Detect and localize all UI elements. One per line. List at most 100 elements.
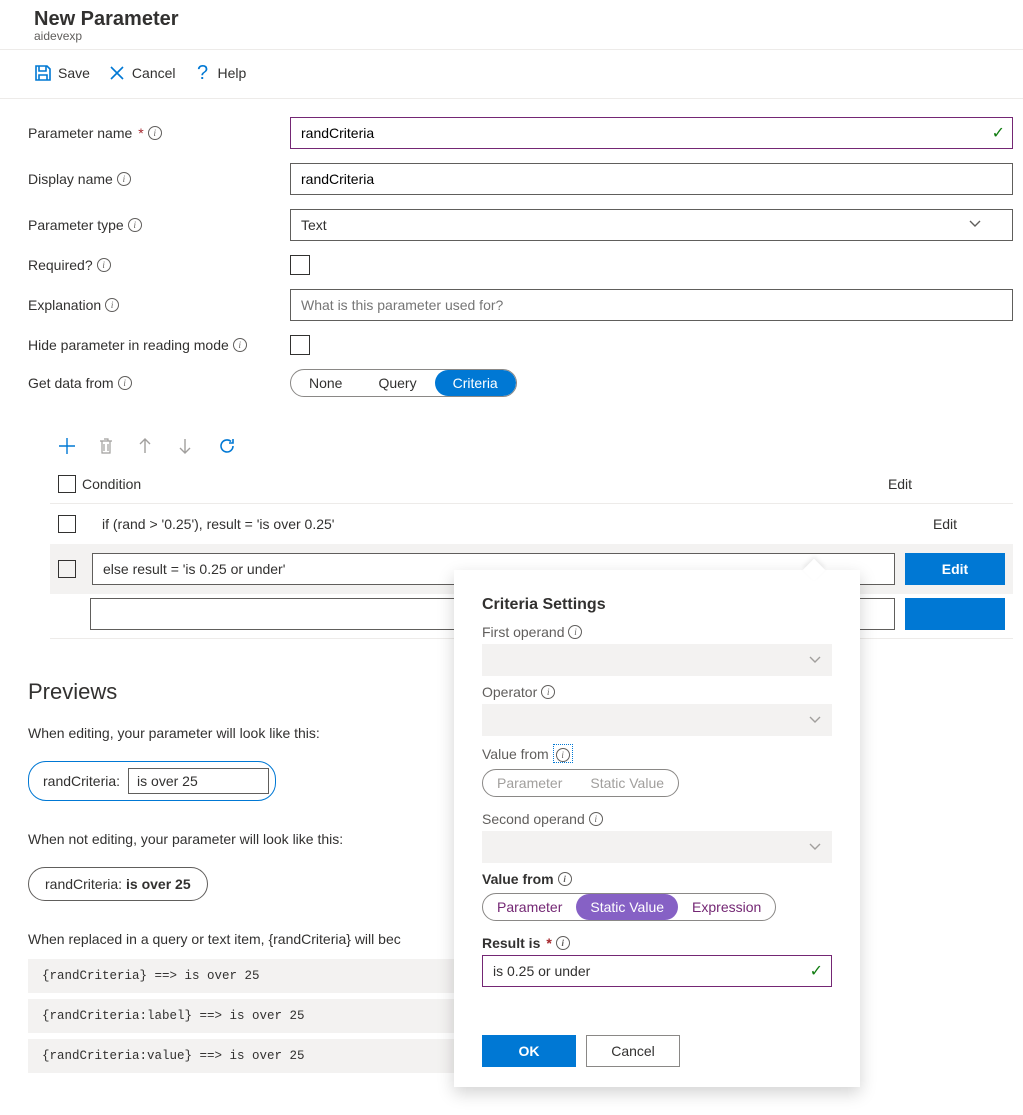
pill-query[interactable]: Query: [360, 370, 434, 396]
save-button[interactable]: Save: [34, 64, 90, 82]
edit-button-stub[interactable]: [905, 598, 1005, 630]
pill-expression[interactable]: Expression: [678, 894, 775, 920]
criteria-row: if (rand > '0.25'), result = 'is over 0.…: [50, 504, 1013, 544]
first-operand-label: First operand: [482, 624, 564, 640]
first-operand-select[interactable]: [482, 644, 832, 676]
chip-label: randCriteria:: [43, 773, 120, 789]
edit-column-header: Edit: [795, 476, 1005, 492]
info-icon[interactable]: i: [117, 172, 131, 186]
condition-column-header: Condition: [82, 476, 795, 492]
page-title: New Parameter: [34, 8, 1023, 31]
operator-select[interactable]: [482, 704, 832, 736]
edit-link[interactable]: Edit: [885, 516, 1005, 532]
info-icon[interactable]: i: [541, 685, 555, 699]
chip2-value: is over 25: [126, 876, 191, 892]
editing-preview-chip: randCriteria: is over 25: [28, 761, 276, 801]
hide-label: Hide parameter in reading mode: [28, 337, 229, 353]
condition-text: if (rand > '0.25'), result = 'is over 0.…: [92, 508, 875, 540]
checkmark-icon: ✓: [810, 961, 823, 981]
help-icon: ?: [194, 64, 212, 82]
checkmark-icon: ✓: [992, 123, 1005, 143]
chevron-down-icon: [968, 217, 982, 234]
cancel-button[interactable]: Cancel: [586, 1035, 680, 1067]
save-label: Save: [58, 65, 90, 81]
value-from-label-2: Value from: [482, 871, 554, 887]
info-icon[interactable]: i: [568, 625, 582, 639]
arrow-up-icon[interactable]: [138, 437, 156, 455]
cancel-label: Cancel: [132, 65, 176, 81]
row-checkbox[interactable]: [58, 560, 76, 578]
page-header: New Parameter aidevexp: [0, 0, 1023, 50]
chip-value-input[interactable]: is over 25: [128, 768, 269, 794]
info-icon[interactable]: i: [589, 812, 603, 826]
select-all-checkbox[interactable]: [58, 475, 76, 493]
parameter-type-label: Parameter type: [28, 217, 124, 233]
help-button[interactable]: ? Help: [194, 64, 247, 82]
required-checkbox[interactable]: [290, 255, 310, 275]
pill-static-value-1[interactable]: Static Value: [576, 770, 678, 796]
help-label: Help: [218, 65, 247, 81]
arrow-down-icon[interactable]: [178, 437, 196, 455]
criteria-table-header: Condition Edit: [50, 465, 1013, 504]
get-data-pills: None Query Criteria: [290, 369, 517, 397]
code-preview-2: {randCriteria:label} ==> is over 25: [28, 999, 458, 1033]
info-icon[interactable]: i: [105, 298, 119, 312]
criteria-toolbar: [50, 429, 1013, 459]
required-asterisk: *: [138, 125, 143, 141]
display-name-label: Display name: [28, 171, 113, 187]
value-from-2-pills: Parameter Static Value Expression: [482, 893, 776, 921]
info-icon[interactable]: i: [556, 936, 570, 950]
info-icon[interactable]: i: [556, 748, 570, 762]
pill-criteria[interactable]: Criteria: [435, 370, 516, 396]
save-icon: [34, 64, 52, 82]
second-operand-label: Second operand: [482, 811, 585, 827]
info-icon[interactable]: i: [233, 338, 247, 352]
chip2-label: randCriteria:: [45, 876, 122, 892]
pill-parameter-2[interactable]: Parameter: [483, 894, 576, 920]
pill-static-value-2[interactable]: Static Value: [576, 894, 678, 920]
parameter-name-label: Parameter name: [28, 125, 132, 141]
ok-button[interactable]: OK: [482, 1035, 576, 1067]
display-name-input[interactable]: [290, 163, 1013, 195]
popover-title: Criteria Settings: [482, 596, 832, 614]
pill-parameter-1[interactable]: Parameter: [483, 770, 576, 796]
criteria-settings-popover: Criteria Settings First operand i Operato…: [454, 570, 860, 1087]
result-is-label: Result is: [482, 935, 540, 951]
second-operand-select[interactable]: [482, 831, 832, 863]
edit-button[interactable]: Edit: [905, 553, 1005, 585]
code-preview-1: {randCriteria} ==> is over 25: [28, 959, 458, 993]
add-icon[interactable]: [58, 437, 76, 455]
code-preview-3: {randCriteria:value} ==> is over 25: [28, 1039, 458, 1073]
info-icon[interactable]: i: [97, 258, 111, 272]
readonly-preview-chip: randCriteria: is over 25: [28, 867, 208, 901]
chevron-down-icon: [808, 840, 822, 854]
info-icon[interactable]: i: [558, 872, 572, 886]
value-from-1-pills: Parameter Static Value: [482, 769, 679, 797]
delete-icon[interactable]: [98, 437, 116, 455]
chevron-down-icon: [808, 713, 822, 727]
required-label: Required?: [28, 257, 93, 273]
refresh-icon[interactable]: [218, 437, 236, 455]
info-icon[interactable]: i: [128, 218, 142, 232]
form: Parameter name * i ✓ Display name i Para…: [0, 99, 1023, 397]
operator-label: Operator: [482, 684, 537, 700]
required-asterisk: *: [546, 935, 551, 951]
pill-none[interactable]: None: [291, 370, 360, 396]
parameter-name-input[interactable]: [290, 117, 1013, 149]
explanation-input[interactable]: [290, 289, 1013, 321]
result-is-input[interactable]: is 0.25 or under ✓: [482, 955, 832, 987]
close-icon: [108, 64, 126, 82]
value-from-label-1: Value from: [482, 746, 549, 762]
toolbar: Save Cancel ? Help: [0, 50, 1023, 99]
get-data-label: Get data from: [28, 375, 114, 391]
row-checkbox[interactable]: [58, 515, 76, 533]
info-icon[interactable]: i: [118, 376, 132, 390]
chevron-down-icon: [808, 653, 822, 667]
info-icon[interactable]: i: [148, 126, 162, 140]
page-subtitle: aidevexp: [34, 29, 1023, 43]
parameter-type-value: Text: [301, 217, 327, 233]
parameter-type-select[interactable]: Text: [290, 209, 1013, 241]
hide-checkbox[interactable]: [290, 335, 310, 355]
result-is-value: is 0.25 or under: [493, 963, 590, 979]
cancel-button[interactable]: Cancel: [108, 64, 176, 82]
